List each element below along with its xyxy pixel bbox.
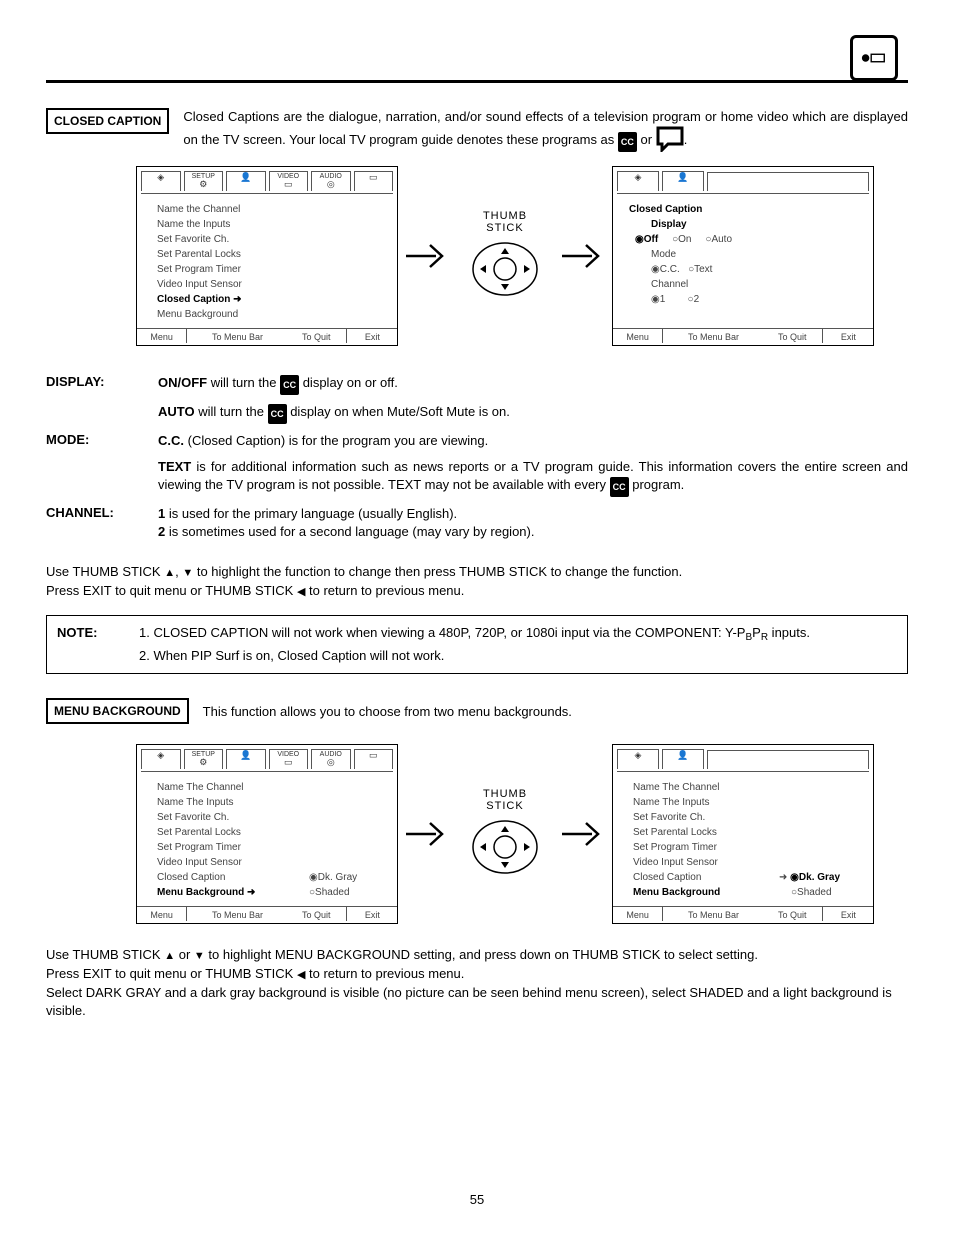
mode-label: MODE:	[46, 432, 158, 447]
setup-menu-screen: ◈ SETUP⚙ 👤 VIDEO▭ AUDIO◎ ▭ Name the Chan…	[136, 166, 398, 346]
menu-item: Name the Inputs	[157, 217, 385, 232]
screen-footer: Menu To Menu Bar To Quit Exit	[137, 906, 397, 923]
bg-option-selected: ➜ Dk. Gray	[779, 870, 861, 885]
menu-tabbar: ◈ 👤	[613, 745, 873, 769]
submenu-title: Closed Caption	[629, 202, 861, 217]
menu-item: Closed Caption	[157, 870, 309, 885]
setup-menu-screen: ◈ SETUP⚙ 👤 VIDEO▭ AUDIO◎ ▭ Name The Chan…	[136, 744, 398, 924]
menu-item: Set Program Timer	[157, 840, 309, 855]
menu-item: Video Input Sensor	[157, 855, 309, 870]
menu-item: Name The Inputs	[157, 795, 309, 810]
menu-item: Set Favorite Ch.	[157, 810, 309, 825]
instruction-text-2: Use THUMB STICK ▲ or ▼ to highlight MENU…	[46, 946, 908, 1020]
top-rule	[46, 80, 908, 83]
menu-tabbar: ◈ SETUP⚙ 👤 VIDEO▭ AUDIO◎ ▭	[137, 745, 397, 769]
menu-item: Set Parental Locks	[157, 825, 309, 840]
bg-option: Dk. Gray	[309, 870, 385, 885]
menu-item: Closed Caption	[633, 870, 779, 885]
option-group: Display	[651, 217, 861, 232]
arrow-icon	[560, 239, 606, 273]
menu-item: Menu Background	[157, 307, 385, 322]
menu-item: Name The Channel	[157, 780, 309, 795]
channel-label: CHANNEL:	[46, 505, 158, 520]
menu-tabbar: ◈ SETUP⚙ 👤 VIDEO▭ AUDIO◎ ▭	[137, 167, 397, 191]
thumb-stick-illustration: THUMBSTICK	[468, 210, 542, 303]
menu-item-selected: Closed Caption	[157, 292, 385, 307]
screen-footer: Menu To Menu Bar To Quit Exit	[137, 328, 397, 345]
display-label: DISPLAY:	[46, 374, 158, 389]
display-desc: ON/OFF will turn the CC display on or of…	[158, 374, 908, 395]
page-corner-icon	[850, 35, 898, 81]
menu-item: Set Parental Locks	[633, 825, 779, 840]
menu-item: Set Favorite Ch.	[157, 232, 385, 247]
option-group: Channel	[651, 277, 861, 292]
closed-caption-heading: CLOSED CAPTION	[46, 108, 169, 134]
menu-background-heading: MENU BACKGROUND	[46, 698, 189, 724]
menu-tabbar: ◈ 👤	[613, 167, 873, 191]
arrow-icon	[404, 817, 450, 851]
channel-desc: 1 is used for the primary language (usua…	[158, 505, 908, 541]
cc-icon: CC	[610, 477, 629, 497]
cc-icon: CC	[268, 404, 287, 424]
arrow-icon	[404, 239, 450, 273]
thumb-stick-illustration: THUMBSTICK	[468, 788, 542, 881]
chat-bubble-icon	[656, 126, 684, 152]
closed-caption-submenu-screen: ◈ 👤 Closed Caption Display Off On Auto M…	[612, 166, 874, 346]
menu-item: Video Input Sensor	[633, 855, 779, 870]
page-number: 55	[0, 1192, 954, 1207]
mode-desc-text: TEXT is for additional information such …	[158, 458, 908, 497]
menu-item: Name The Inputs	[633, 795, 779, 810]
menu-item-selected: Menu Background	[633, 885, 779, 900]
menu-item: Name The Channel	[633, 780, 779, 795]
menu-item: Set Program Timer	[633, 840, 779, 855]
menu-item: Name the Channel	[157, 202, 385, 217]
closed-caption-intro: Closed Captions are the dialogue, narrat…	[183, 108, 908, 152]
setup-menu-screen-result: ◈ 👤 Name The Channel Name The Inputs Set…	[612, 744, 874, 924]
option-row: Off On Auto	[651, 232, 861, 247]
arrow-icon	[560, 817, 606, 851]
mode-desc: C.C. (Closed Caption) is for the program…	[158, 432, 908, 450]
option-group: Mode	[651, 247, 861, 262]
menu-item: Set Program Timer	[157, 262, 385, 277]
menu-item: Set Favorite Ch.	[633, 810, 779, 825]
menu-item: Video Input Sensor	[157, 277, 385, 292]
bg-option: Shaded	[309, 885, 385, 900]
menu-background-intro: This function allows you to choose from …	[203, 704, 572, 719]
menu-item: Set Parental Locks	[157, 247, 385, 262]
display-desc-auto: AUTO will turn the CC display on when Mu…	[158, 403, 908, 424]
instruction-text: Use THUMB STICK ▲, ▼ to highlight the fu…	[46, 563, 908, 601]
cc-icon: CC	[280, 375, 299, 395]
option-row: 1 2	[651, 292, 861, 307]
note-box: NOTE: 1. CLOSED CAPTION will not work wh…	[46, 615, 908, 674]
screen-footer: Menu To Menu Bar To Quit Exit	[613, 328, 873, 345]
menu-item-selected: Menu Background	[157, 885, 309, 900]
cc-icon: CC	[618, 132, 637, 152]
option-row: C.C. Text	[651, 262, 861, 277]
bg-option: Shaded	[779, 885, 861, 900]
screen-footer: Menu To Menu Bar To Quit Exit	[613, 906, 873, 923]
